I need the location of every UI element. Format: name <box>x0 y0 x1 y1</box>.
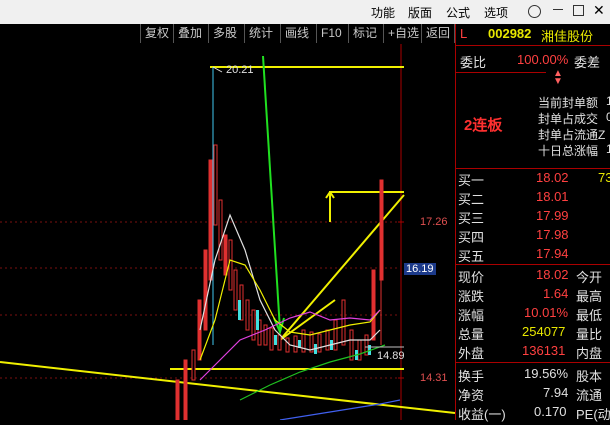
minimize-icon[interactable] <box>553 9 563 10</box>
eps-value: 0.170 <box>534 404 567 419</box>
low-label: 最低 <box>576 308 603 323</box>
volume-value: 254077 <box>522 324 566 339</box>
bid1-price: 18.02 <box>536 170 569 185</box>
market-flag: L <box>460 26 468 41</box>
seal-turnover-label: 封单占成交 <box>538 112 599 126</box>
net-assets-value: 7.94 <box>543 385 569 400</box>
seal-amount-value: 1 <box>606 94 610 108</box>
pct-change-value: 10.01% <box>524 305 569 320</box>
volume-label: 总量 <box>458 327 485 342</box>
stock-header: L 002982 湘佳股份 <box>456 24 610 44</box>
outer-label: 外盘 <box>458 346 485 361</box>
ten-day-gain-label: 十日总涨幅 <box>538 144 599 158</box>
current-price-badge: 16.19 <box>404 263 436 275</box>
price-value: 18.02 <box>536 267 569 282</box>
turnover-value: 19.56% <box>524 366 569 381</box>
eps-label: 收益(一) <box>458 407 506 422</box>
add-watchlist-button[interactable]: +自选 <box>383 24 423 43</box>
float-label: 流通 <box>576 388 603 403</box>
bid4-price: 17.98 <box>536 227 569 242</box>
menu-layout[interactable]: 版面 <box>408 4 432 21</box>
high-label: 最高 <box>576 289 603 304</box>
help-icon[interactable] <box>528 5 541 18</box>
maximize-icon[interactable] <box>573 5 584 16</box>
fuquan-button[interactable]: 复权 <box>140 24 173 43</box>
turnover-label: 换手 <box>458 369 485 384</box>
bid5-price: 17.94 <box>536 246 569 261</box>
open-label: 今开 <box>576 270 603 285</box>
bid1-label: 买一 <box>458 173 485 188</box>
bid3-label: 买三 <box>458 211 485 226</box>
menu-options[interactable]: 选项 <box>484 4 508 21</box>
weibi-value: 100.00% <box>517 52 569 67</box>
close-icon[interactable]: ✕ <box>593 2 605 19</box>
change-label: 涨跌 <box>458 289 485 304</box>
low-price-label: 14.89 <box>377 350 405 362</box>
back-button[interactable]: 返回 <box>421 24 455 43</box>
limit-streak-label: 2连板 <box>464 117 503 134</box>
kline-chart-svg <box>0 44 456 421</box>
overlay-button[interactable]: 叠加 <box>173 24 206 43</box>
down-arrow-icon: ▼ <box>553 76 563 87</box>
stats-button[interactable]: 统计 <box>244 24 277 43</box>
bid4-label: 买四 <box>458 230 485 245</box>
change-value: 1.64 <box>543 286 569 301</box>
menu-function[interactable]: 功能 <box>371 4 395 21</box>
high-price-label: 20.21 <box>226 64 254 76</box>
stock-name: 湘佳股份 <box>541 29 594 44</box>
volume-ratio-label: 量比 <box>576 327 603 342</box>
menu-bar: 功能 版面 公式 选项 ✕ <box>0 0 610 24</box>
y-axis-label-lower: 14.31 <box>420 372 448 384</box>
price-label: 现价 <box>458 270 485 285</box>
chart-toolbar: 复权 叠加 多股 统计 画线 F10 标记 +自选 返回 <box>0 24 455 44</box>
outer-value: 136131 <box>522 343 566 358</box>
seal-turnover-value: 0 <box>606 110 610 124</box>
draw-line-button[interactable]: 画线 <box>280 24 313 43</box>
inner-label: 内盘 <box>576 346 603 361</box>
y-axis-label-upper: 17.26 <box>420 216 448 228</box>
seal-float-label: 封单占流通Z <box>538 128 606 142</box>
net-assets-label: 净资 <box>458 388 485 403</box>
bid2-label: 买二 <box>458 192 485 207</box>
pe-label: PE(动 <box>576 407 610 422</box>
quote-panel: L 002982 湘佳股份 委比 100.00% 委差 ▲ ▼ 当前封单额 1 … <box>455 24 610 422</box>
kline-chart[interactable]: 20.21 14.89 17.26 14.31 16.19 <box>0 44 456 421</box>
bid5-label: 买五 <box>458 249 485 264</box>
multi-stock-button[interactable]: 多股 <box>208 24 241 43</box>
bid2-price: 18.01 <box>536 189 569 204</box>
share-capital-label: 股本 <box>576 369 603 384</box>
seal-amount-label: 当前封单额 <box>538 96 599 110</box>
ten-day-gain-value: 1 <box>606 142 610 156</box>
bid3-price: 17.99 <box>536 208 569 223</box>
pct-change-label: 涨幅 <box>458 308 485 323</box>
menu-formula[interactable]: 公式 <box>446 4 470 21</box>
mark-button[interactable]: 标记 <box>348 24 381 43</box>
f10-button[interactable]: F10 <box>316 24 346 43</box>
weibi-label: 委比 <box>460 55 487 70</box>
stock-code: 002982 <box>488 26 532 41</box>
bid1-volume: 73 <box>598 170 610 185</box>
weicha-label: 委差 <box>574 55 601 70</box>
